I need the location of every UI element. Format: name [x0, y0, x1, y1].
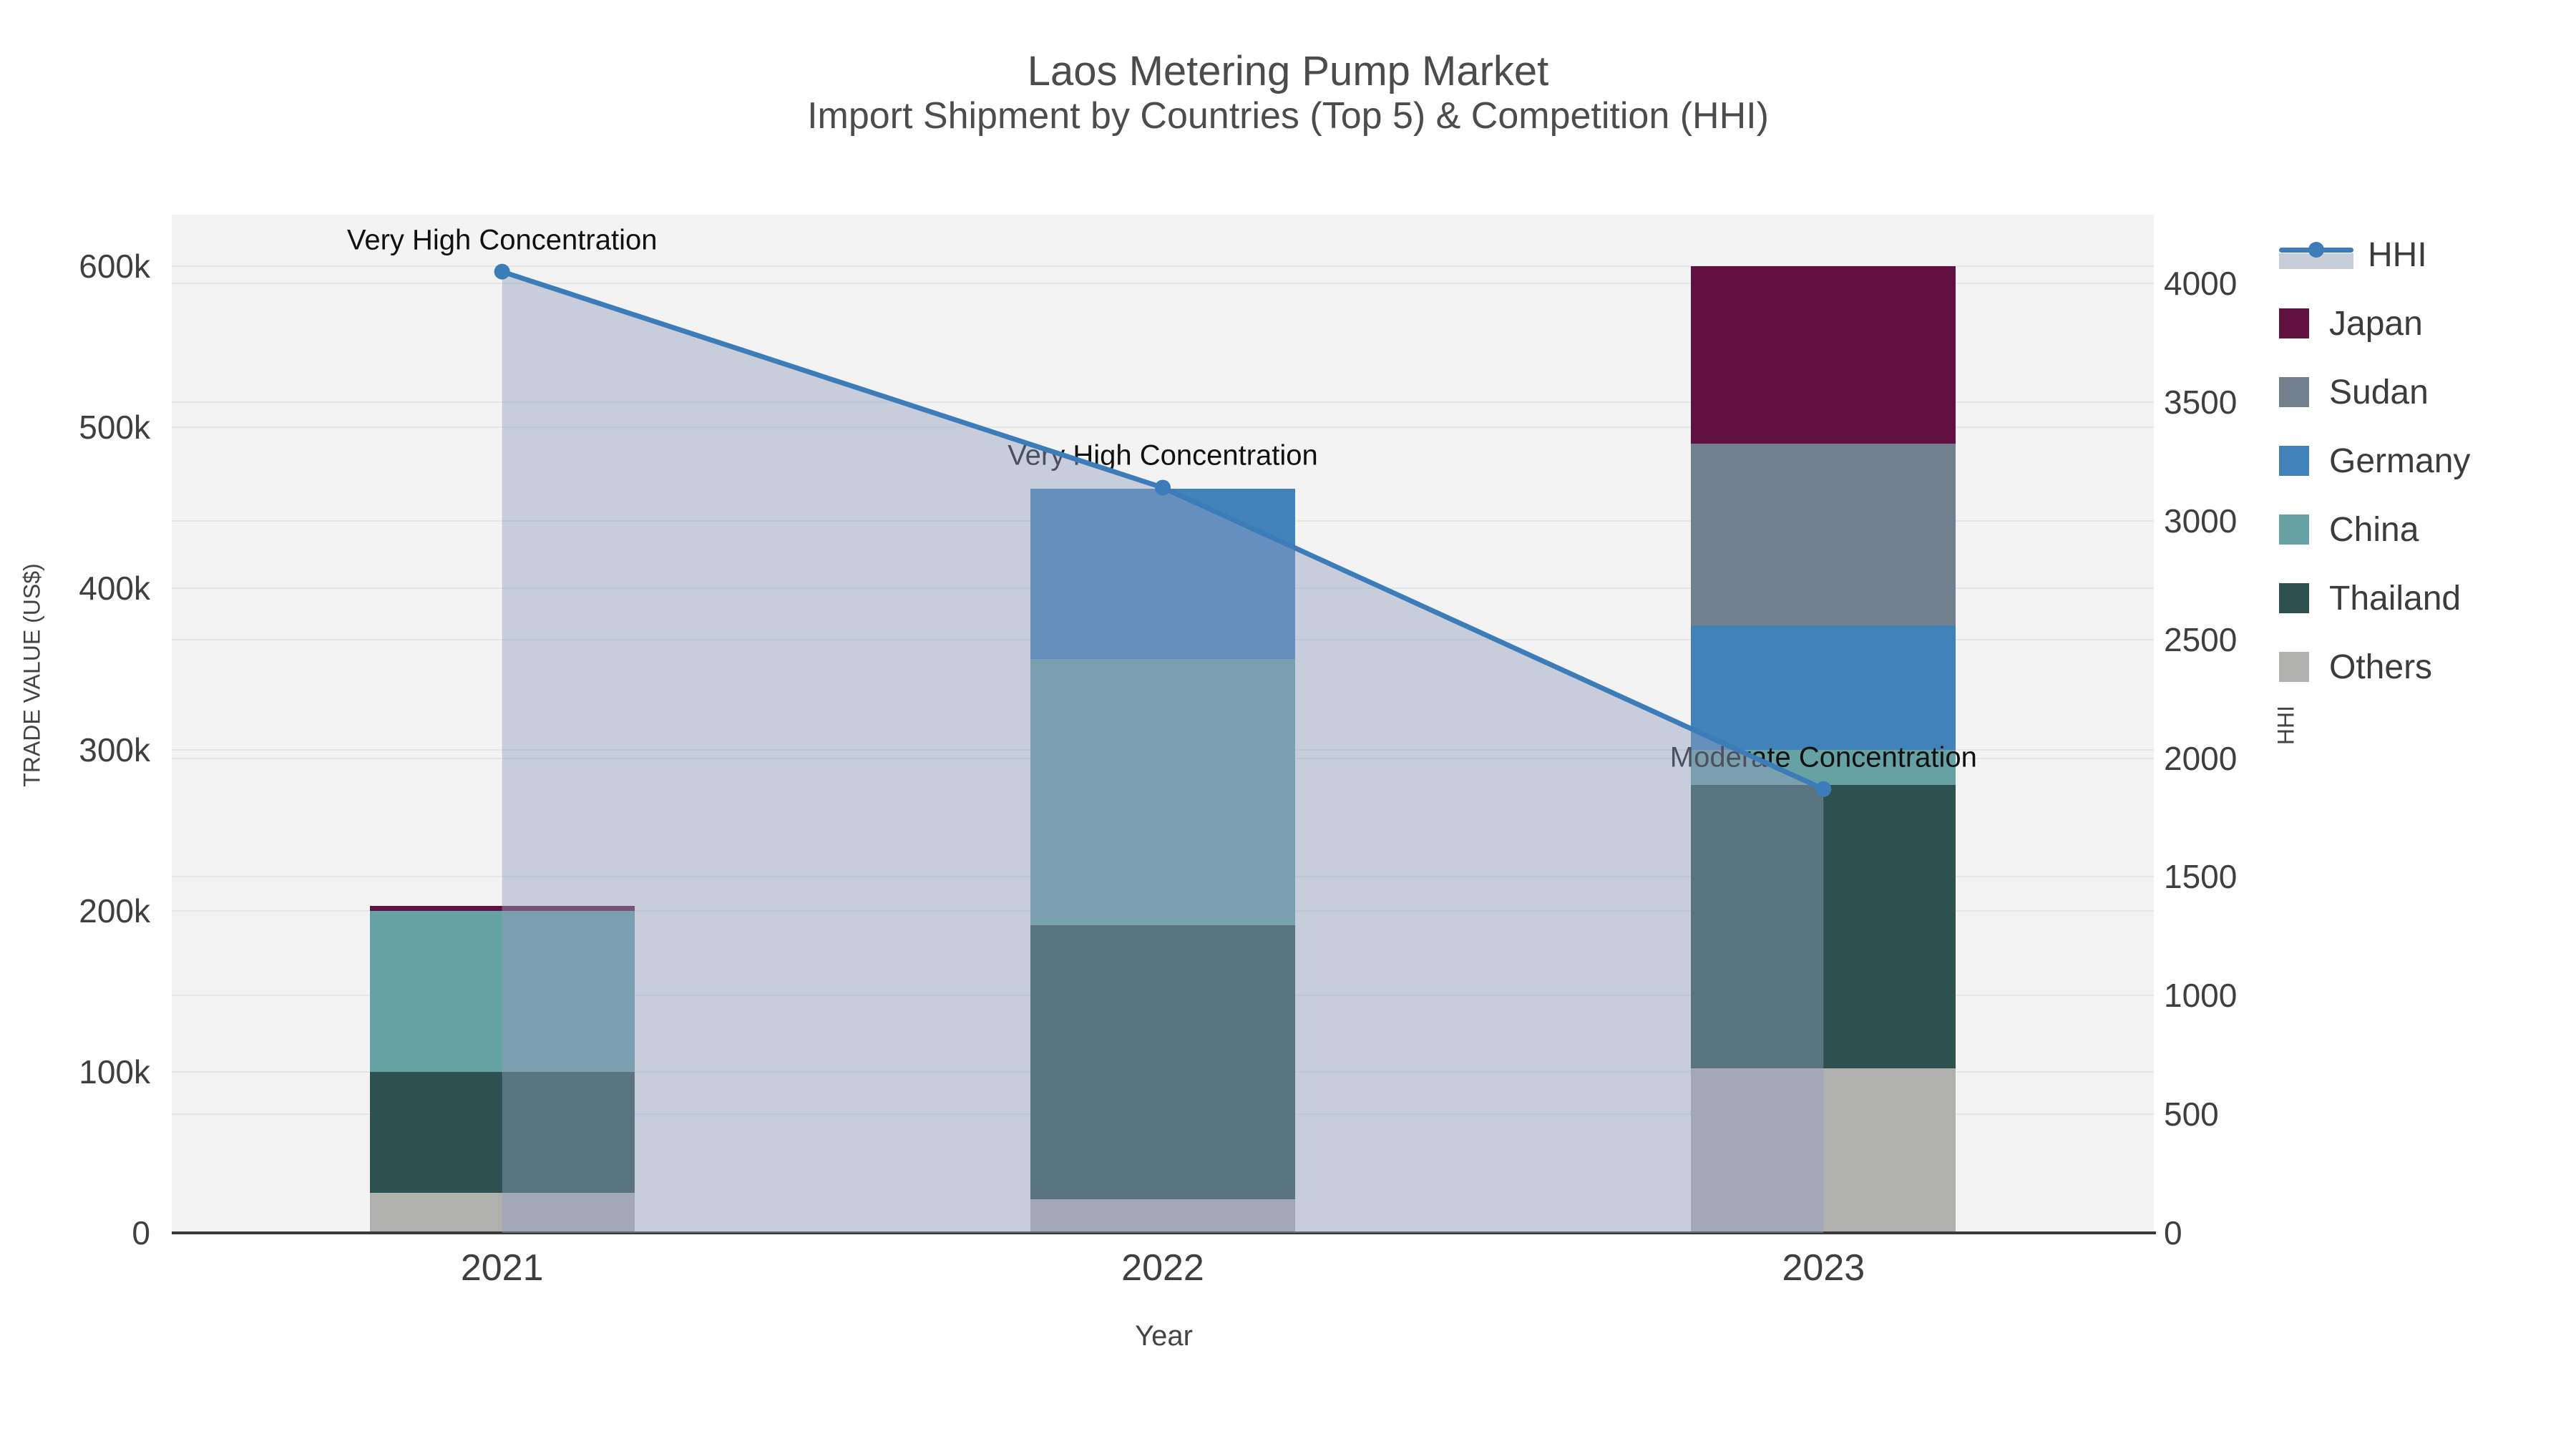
bar-segment-others-2022[interactable] [1030, 1199, 1295, 1233]
y-tick-right-1000: 1000 [2164, 977, 2238, 1015]
legend-item-thailand[interactable]: Thailand [2279, 564, 2461, 633]
bar-segment-germany-2022[interactable] [1030, 488, 1295, 660]
bar-segment-sudan-2023[interactable] [1691, 443, 1956, 626]
bar-segment-thailand-2021[interactable] [369, 1071, 635, 1193]
legend-label-germany: Germany [2329, 441, 2471, 480]
y-tick-right-2000: 2000 [2164, 739, 2238, 777]
legend-label-hhi: HHI [2368, 235, 2427, 274]
x-tick-2022: 2022 [1121, 1247, 1204, 1289]
y-tick-right-1500: 1500 [2164, 858, 2238, 896]
y-tick-left-100k: 100k [79, 1053, 150, 1091]
y-tick-left-0: 0 [132, 1214, 150, 1252]
legend-label-sudan: Sudan [2329, 373, 2429, 411]
y-tick-right-500: 500 [2164, 1096, 2219, 1133]
bar-segment-others-2023[interactable] [1691, 1068, 1956, 1233]
legend-swatch-japan [2279, 308, 2309, 338]
bar-segment-thailand-2023[interactable] [1691, 785, 1956, 1069]
legend-item-others[interactable]: Others [2279, 633, 2432, 701]
chart-title: Laos Metering Pump Market [1027, 48, 1549, 94]
legend-swatch-sudan [2279, 377, 2309, 407]
x-tick-2023: 2023 [1782, 1247, 1865, 1289]
legend-label-china: China [2329, 510, 2419, 549]
hhi-marker-2023[interactable] [1815, 781, 1832, 797]
annotation-2023: Moderate Concentration [1669, 741, 1977, 774]
y-tick-right-4000: 4000 [2164, 265, 2238, 303]
bar-segment-japan-2023[interactable] [1691, 266, 1956, 444]
bar-segment-china-2021[interactable] [369, 910, 635, 1072]
y-tick-left-200k: 200k [79, 892, 150, 930]
hhi-marker-2022[interactable] [1155, 479, 1171, 496]
bar-segment-germany-2023[interactable] [1691, 625, 1956, 750]
chart-subtitle: Import Shipment by Countries (Top 5) & C… [807, 95, 1769, 137]
legend-swatch-germany [2279, 446, 2309, 476]
bar-segment-china-2022[interactable] [1030, 659, 1295, 925]
y-tick-left-500k: 500k [79, 409, 150, 447]
bar-segment-others-2021[interactable] [369, 1192, 635, 1233]
annotation-2021: Very High Concentration [346, 224, 658, 256]
hhi-legend-swatch-icon [2279, 238, 2353, 272]
y-tick-left-600k: 600k [79, 248, 150, 286]
y-axis-title-left: TRADE VALUE (US$) [19, 563, 45, 787]
y-tick-right-2500: 2500 [2164, 620, 2238, 658]
legend-item-hhi[interactable]: HHI [2279, 220, 2427, 289]
bar-segment-japan-2021[interactable] [369, 905, 635, 911]
legend-item-china[interactable]: China [2279, 495, 2419, 564]
y-tick-right-3500: 3500 [2164, 384, 2238, 421]
x-axis-title: Year [1135, 1320, 1193, 1352]
legend-swatch-china [2279, 514, 2309, 545]
legend-label-thailand: Thailand [2329, 579, 2462, 618]
y-tick-right-0: 0 [2164, 1214, 2182, 1252]
legend-label-others: Others [2329, 648, 2433, 686]
legend-swatch-others [2279, 652, 2309, 682]
bar-segment-thailand-2022[interactable] [1030, 924, 1295, 1199]
legend-label-japan: Japan [2329, 304, 2423, 343]
x-axis-line [172, 1231, 2156, 1234]
x-tick-2021: 2021 [460, 1247, 544, 1289]
legend-swatch-thailand [2279, 583, 2309, 613]
legend-item-sudan[interactable]: Sudan [2279, 358, 2429, 426]
hhi-marker-swatch [2308, 242, 2324, 258]
figure: Laos Metering Pump Market Import Shipmen… [0, 0, 2576, 1449]
annotation-2022: Very High Concentration [1008, 439, 1318, 472]
y-tick-right-3000: 3000 [2164, 502, 2238, 540]
hhi-marker-2021[interactable] [494, 263, 510, 280]
legend-item-germany[interactable]: Germany [2279, 426, 2470, 495]
legend-item-japan[interactable]: Japan [2279, 289, 2423, 358]
